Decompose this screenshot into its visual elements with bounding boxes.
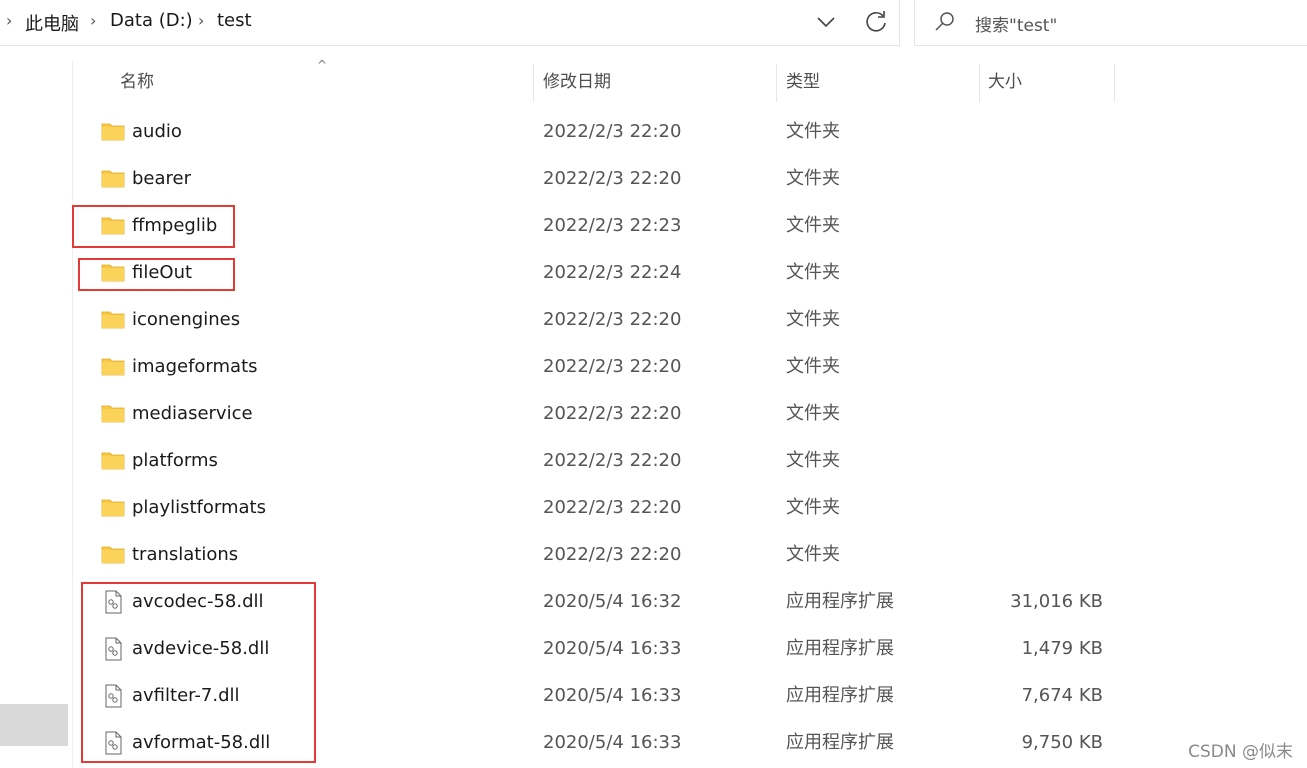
address-bar[interactable]: › 此电脑 › Data (D:) › test bbox=[0, 0, 900, 46]
file-type: 应用程序扩展 bbox=[786, 591, 894, 612]
file-row[interactable]: translations 2022/2/3 22:20 文件夹 bbox=[73, 531, 1307, 578]
file-type: 文件夹 bbox=[786, 497, 840, 518]
file-size: 31,016 KB bbox=[1010, 591, 1103, 612]
refresh-button[interactable] bbox=[860, 6, 892, 38]
file-modified: 2022/2/3 22:23 bbox=[543, 215, 682, 236]
file-modified: 2022/2/3 22:20 bbox=[543, 403, 682, 424]
highlight-box-dll-files bbox=[81, 582, 316, 763]
file-modified: 2020/5/4 16:33 bbox=[543, 732, 682, 753]
file-type: 文件夹 bbox=[786, 450, 840, 471]
chevron-down-icon bbox=[817, 17, 835, 28]
file-type: 文件夹 bbox=[786, 309, 840, 330]
folder-icon bbox=[101, 496, 125, 518]
file-row[interactable]: platforms 2022/2/3 22:20 文件夹 bbox=[73, 437, 1307, 484]
file-row[interactable]: audio 2022/2/3 22:20 文件夹 bbox=[73, 108, 1307, 155]
nav-selected-item[interactable] bbox=[0, 704, 68, 746]
column-header: ^ 名称 修改日期 类型 大小 bbox=[73, 58, 1307, 102]
watermark: CSDN @似末 bbox=[1188, 742, 1293, 762]
file-type: 应用程序扩展 bbox=[786, 732, 894, 753]
folder-icon bbox=[101, 308, 125, 330]
column-modified[interactable]: 修改日期 bbox=[543, 60, 611, 102]
folder-icon bbox=[101, 355, 125, 377]
file-name: audio bbox=[132, 121, 182, 142]
file-type: 应用程序扩展 bbox=[786, 638, 894, 659]
address-dropdown-button[interactable] bbox=[812, 6, 840, 38]
folder-icon bbox=[101, 167, 125, 189]
breadcrumb-separator[interactable]: › bbox=[90, 11, 96, 30]
column-name[interactable]: 名称 bbox=[120, 60, 154, 102]
folder-icon bbox=[101, 543, 125, 565]
file-type: 文件夹 bbox=[786, 121, 840, 142]
file-name: playlistformats bbox=[132, 497, 266, 518]
file-row[interactable]: iconengines 2022/2/3 22:20 文件夹 bbox=[73, 296, 1307, 343]
file-row[interactable]: imageformats 2022/2/3 22:20 文件夹 bbox=[73, 343, 1307, 390]
search-box[interactable]: 搜索"test" bbox=[914, 0, 1307, 46]
file-type: 文件夹 bbox=[786, 262, 840, 283]
file-name: platforms bbox=[132, 450, 218, 471]
file-name: imageformats bbox=[132, 356, 258, 377]
folder-icon bbox=[101, 120, 125, 142]
breadcrumb-separator[interactable]: › bbox=[6, 11, 12, 30]
column-size[interactable]: 大小 bbox=[988, 60, 1022, 102]
file-name: translations bbox=[132, 544, 239, 565]
file-name: mediaservice bbox=[132, 403, 253, 424]
file-size: 1,479 KB bbox=[1021, 638, 1103, 659]
column-divider[interactable] bbox=[979, 64, 980, 102]
file-modified: 2022/2/3 22:20 bbox=[543, 309, 682, 330]
file-modified: 2022/2/3 22:20 bbox=[543, 121, 682, 142]
breadcrumb-separator[interactable]: › bbox=[198, 11, 204, 30]
navigation-pane[interactable] bbox=[0, 60, 72, 768]
search-icon bbox=[935, 12, 954, 31]
refresh-icon bbox=[866, 11, 886, 32]
column-divider[interactable] bbox=[1114, 64, 1115, 102]
column-type[interactable]: 类型 bbox=[786, 60, 820, 102]
file-modified: 2020/5/4 16:32 bbox=[543, 591, 682, 612]
file-name: iconengines bbox=[132, 309, 241, 330]
column-divider[interactable] bbox=[776, 64, 777, 102]
file-row[interactable]: bearer 2022/2/3 22:20 文件夹 bbox=[73, 155, 1307, 202]
file-type: 文件夹 bbox=[786, 168, 840, 189]
file-modified: 2020/5/4 16:33 bbox=[543, 638, 682, 659]
file-size: 7,674 KB bbox=[1021, 685, 1103, 706]
file-row[interactable]: mediaservice 2022/2/3 22:20 文件夹 bbox=[73, 390, 1307, 437]
file-modified: 2022/2/3 22:24 bbox=[543, 262, 682, 283]
file-type: 文件夹 bbox=[786, 356, 840, 377]
file-type: 文件夹 bbox=[786, 544, 840, 565]
search-placeholder[interactable]: 搜索"test" bbox=[975, 11, 1057, 36]
highlight-box-ffmpeglib bbox=[72, 205, 235, 248]
file-type: 应用程序扩展 bbox=[786, 685, 894, 706]
breadcrumb-test[interactable]: test bbox=[217, 10, 252, 31]
folder-icon bbox=[101, 449, 125, 471]
file-row[interactable]: ffmpeglib 2022/2/3 22:23 文件夹 bbox=[73, 202, 1307, 249]
breadcrumb-this-pc[interactable]: 此电脑 bbox=[25, 10, 79, 36]
breadcrumb-data-drive[interactable]: Data (D:) bbox=[110, 10, 193, 31]
file-modified: 2022/2/3 22:20 bbox=[543, 497, 682, 518]
file-modified: 2022/2/3 22:20 bbox=[543, 356, 682, 377]
column-divider[interactable] bbox=[533, 64, 534, 102]
file-name: bearer bbox=[132, 168, 192, 189]
file-modified: 2022/2/3 22:20 bbox=[543, 450, 682, 471]
file-row[interactable]: playlistformats 2022/2/3 22:20 文件夹 bbox=[73, 484, 1307, 531]
file-modified: 2022/2/3 22:20 bbox=[543, 168, 682, 189]
file-modified: 2020/5/4 16:33 bbox=[543, 685, 682, 706]
folder-icon bbox=[101, 402, 125, 424]
file-size: 9,750 KB bbox=[1021, 732, 1103, 753]
file-row[interactable]: fileOut 2022/2/3 22:24 文件夹 bbox=[73, 249, 1307, 296]
highlight-box-fileout bbox=[78, 258, 235, 291]
file-type: 文件夹 bbox=[786, 403, 840, 424]
file-type: 文件夹 bbox=[786, 215, 840, 236]
sort-ascending-icon: ^ bbox=[317, 58, 328, 72]
file-modified: 2022/2/3 22:20 bbox=[543, 544, 682, 565]
